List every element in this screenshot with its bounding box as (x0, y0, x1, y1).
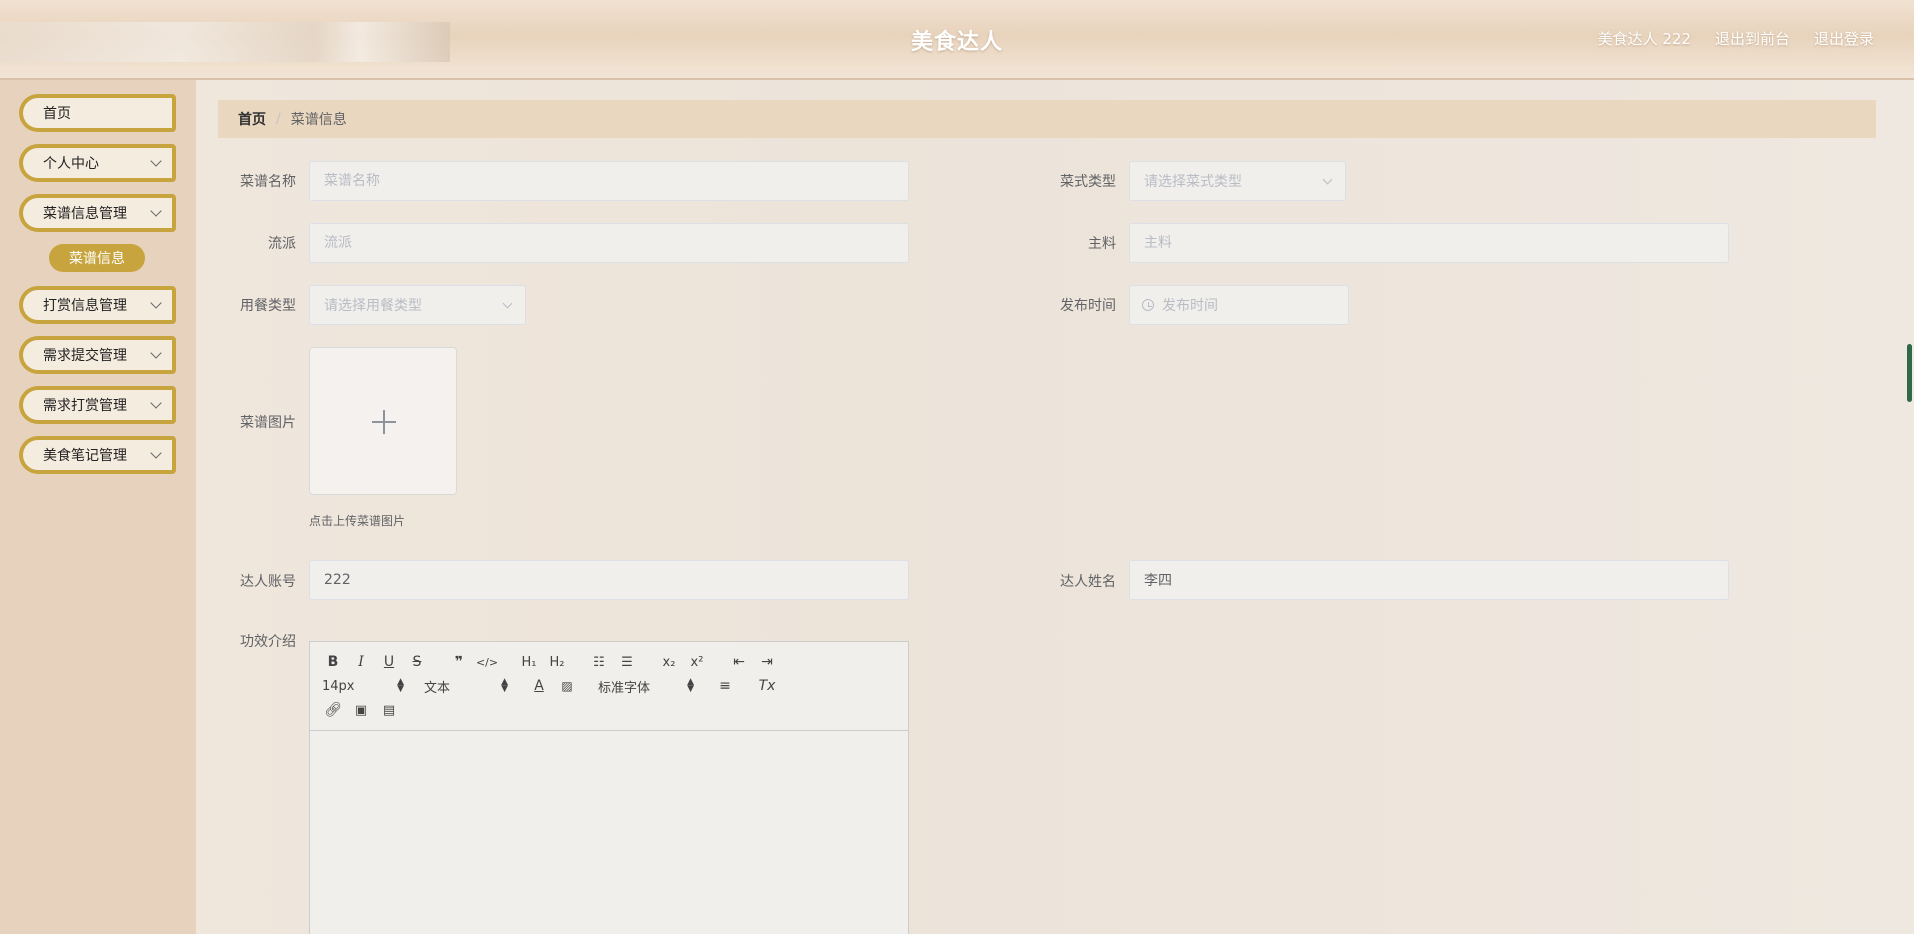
heading-1-icon[interactable]: H₁ (518, 651, 540, 673)
image-upload-box[interactable] (309, 347, 457, 495)
main-ingredient-label: 主料 (1088, 236, 1116, 252)
chevron-down-icon (150, 205, 162, 217)
recipe-name-label: 菜谱名称 (240, 174, 296, 190)
heading-value: 文本 (424, 680, 451, 696)
image-icon[interactable]: ▣ (350, 699, 372, 721)
scrollbar-thumb[interactable] (1907, 344, 1912, 402)
meal-type-label: 用餐类型 (240, 298, 296, 314)
font-size-value: 14px (322, 678, 355, 694)
exit-to-front-link[interactable]: 退出到前台 (1715, 28, 1790, 49)
expert-account-label: 达人账号 (240, 574, 296, 590)
select-arrows-icon: ▲ ▼ (501, 677, 508, 694)
clear-format-icon[interactable]: Tx (756, 675, 778, 697)
breadcrumb-separator: / (276, 111, 281, 127)
school-label: 流派 (268, 236, 296, 252)
expert-account-input[interactable] (309, 560, 909, 600)
sidebar-item-request-reward-management[interactable]: 需求打赏管理 (19, 386, 176, 424)
italic-icon[interactable]: I (350, 651, 372, 673)
bullet-list-icon[interactable]: ☰ (616, 651, 638, 673)
chevron-down-icon (150, 347, 162, 359)
blockquote-icon[interactable]: ❞ (448, 651, 470, 673)
top-header: 美食达人 美食达人 222 退出到前台 退出登录 (0, 0, 1914, 80)
chevron-down-icon (1322, 174, 1333, 185)
font-family-value: 标准字体 (598, 680, 651, 696)
chevron-down-icon (150, 297, 162, 309)
page-scrollbar[interactable] (1904, 80, 1914, 934)
chevron-down-icon (150, 155, 162, 167)
chevron-down-icon (502, 298, 513, 309)
sidebar-item-request-management[interactable]: 需求提交管理 (19, 336, 176, 374)
underline-icon[interactable]: U (378, 651, 400, 673)
select-arrows-icon: ▲ ▼ (687, 677, 694, 694)
editor-toolbar: B I U S ❞ </> H₁ H₂ ☷ ☰ x₂ x² ⇤ ⇥ 14px ▲… (310, 642, 908, 731)
heading-select[interactable]: 文本 ▲ ▼ (424, 677, 508, 696)
chevron-down-icon (150, 447, 162, 459)
logout-link[interactable]: 退出登录 (1814, 28, 1874, 49)
main-ingredient-input[interactable] (1129, 223, 1729, 263)
breadcrumb-current: 菜谱信息 (290, 112, 347, 128)
sidebar-item-label: 菜谱信息管理 (43, 206, 127, 222)
meal-type-select[interactable]: 请选择用餐类型 (309, 285, 526, 325)
font-size-select[interactable]: 14px ▲ ▼ (322, 677, 404, 694)
recipe-name-input[interactable] (309, 161, 909, 201)
dish-type-placeholder: 请选择菜式类型 (1144, 174, 1242, 190)
school-input[interactable] (309, 223, 909, 263)
outdent-icon[interactable]: ⇤ (728, 651, 750, 673)
sidebar-item-label: 个人中心 (43, 156, 99, 172)
sidebar-item-personal-center[interactable]: 个人中心 (19, 144, 176, 182)
sidebar-item-label: 美食笔记管理 (43, 448, 127, 464)
meal-type-placeholder: 请选择用餐类型 (324, 298, 422, 314)
breadcrumb: 首页 / 菜谱信息 (218, 100, 1876, 138)
publish-time-label: 发布时间 (1060, 298, 1116, 314)
sidebar-item-reward-management[interactable]: 打赏信息管理 (19, 286, 176, 324)
subscript-icon[interactable]: x₂ (658, 651, 680, 673)
main-content: 首页 / 菜谱信息 菜谱名称 菜式类型 请选择菜式类型 流派 主料 用餐类型 请… (196, 80, 1914, 934)
ordered-list-icon[interactable]: ☷ (588, 651, 610, 673)
background-color-icon[interactable]: ▨ (556, 675, 578, 697)
code-block-icon[interactable]: </> (476, 651, 498, 673)
clock-icon (1142, 299, 1154, 311)
sidebar-item-recipe-management[interactable]: 菜谱信息管理 (19, 194, 176, 232)
sidebar-item-label: 首页 (43, 106, 71, 122)
sidebar-item-food-notes-management[interactable]: 美食笔记管理 (19, 436, 176, 474)
efficacy-label: 功效介绍 (240, 634, 296, 650)
sidebar-item-label: 需求提交管理 (43, 348, 127, 364)
upload-tip: 点击上传菜谱图片 (309, 514, 406, 528)
breadcrumb-home[interactable]: 首页 (238, 109, 266, 129)
dish-type-select[interactable]: 请选择菜式类型 (1129, 161, 1346, 201)
heading-2-icon[interactable]: H₂ (546, 651, 568, 673)
dish-type-label: 菜式类型 (1060, 174, 1116, 190)
sidebar-item-home[interactable]: 首页 (19, 94, 176, 132)
recipe-image-label: 菜谱图片 (240, 415, 296, 431)
publish-time-picker[interactable]: 发布时间 (1129, 285, 1349, 325)
align-icon[interactable]: ≡ (714, 675, 736, 697)
select-arrows-icon: ▲ ▼ (397, 677, 404, 694)
publish-time-placeholder: 发布时间 (1162, 298, 1218, 314)
expert-name-label: 达人姓名 (1060, 574, 1116, 590)
current-user: 美食达人 222 (1597, 30, 1691, 48)
strikethrough-icon[interactable]: S (406, 651, 428, 673)
bold-icon[interactable]: B (322, 651, 344, 673)
editor-content-area[interactable] (310, 731, 908, 934)
sidebar-item-label: 打赏信息管理 (43, 298, 127, 314)
chevron-down-icon (150, 397, 162, 409)
font-color-icon[interactable]: A (528, 675, 550, 697)
superscript-icon[interactable]: x² (686, 651, 708, 673)
video-icon[interactable]: ▤ (378, 699, 400, 721)
plus-icon-vertical (383, 410, 385, 434)
link-icon[interactable]: 🔗︎ (322, 699, 344, 721)
font-family-select[interactable]: 标准字体 ▲ ▼ (598, 677, 694, 696)
sidebar-subitem-recipe-info[interactable]: 菜谱信息 (49, 244, 145, 272)
header-actions: 美食达人 222 退出到前台 退出登录 (1598, 28, 1874, 49)
indent-icon[interactable]: ⇥ (756, 651, 778, 673)
sidebar: 首页 个人中心 菜谱信息管理 菜谱信息 打赏信息管理 需求提交管理 需求打赏管理… (0, 80, 196, 934)
sidebar-item-label: 需求打赏管理 (43, 398, 127, 414)
rich-text-editor: B I U S ❞ </> H₁ H₂ ☷ ☰ x₂ x² ⇤ ⇥ 14px ▲… (309, 641, 909, 934)
expert-name-input[interactable] (1129, 560, 1729, 600)
